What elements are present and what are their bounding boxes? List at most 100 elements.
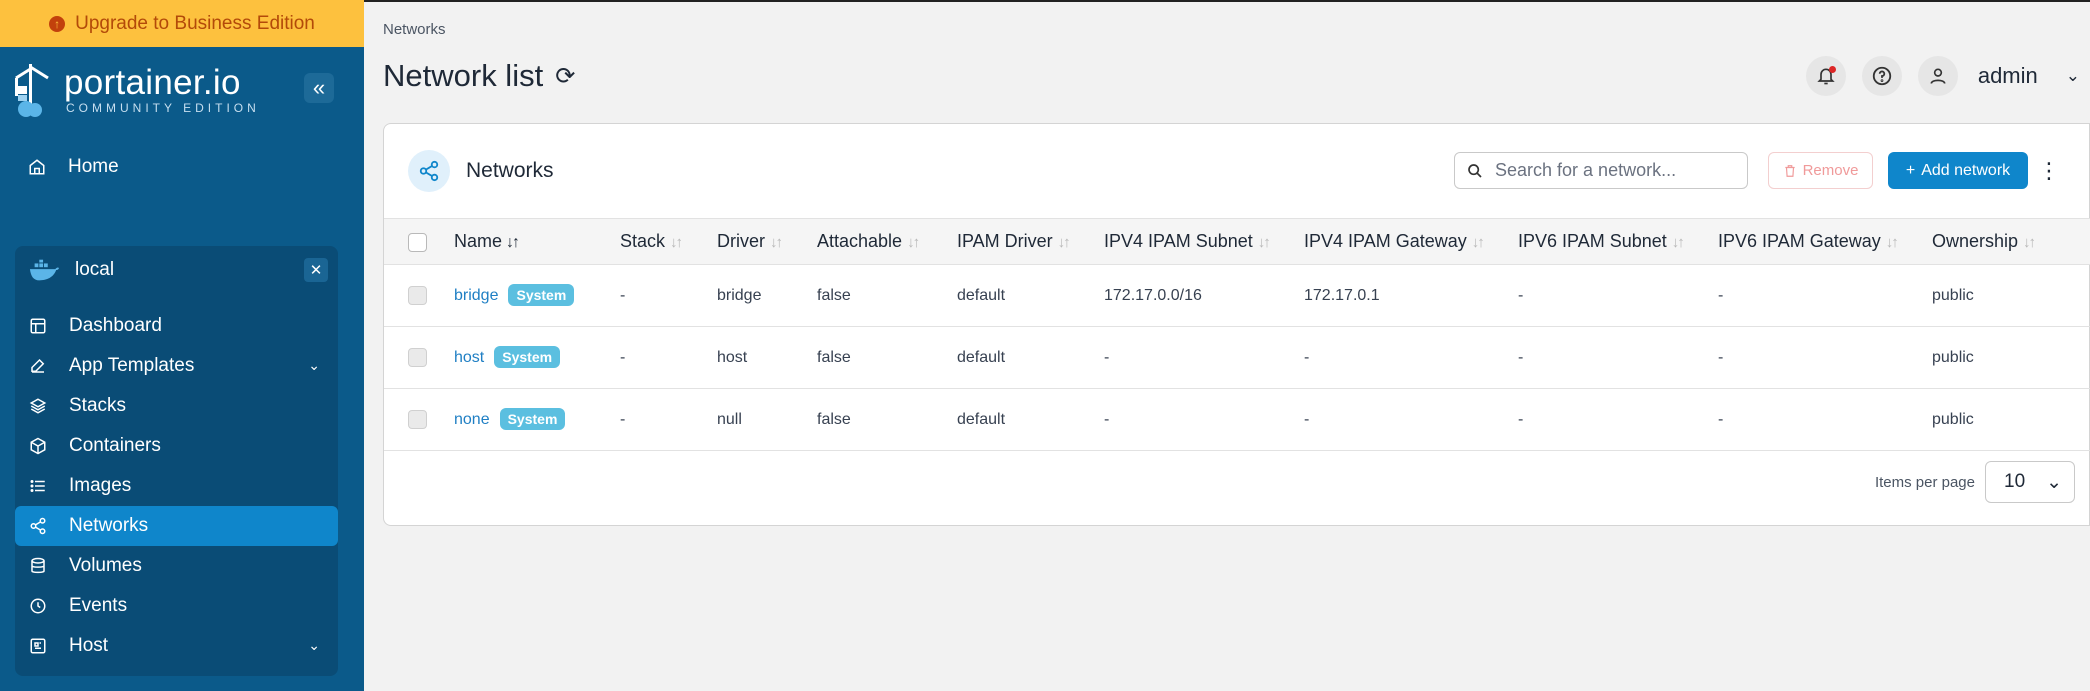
- sidebar-item-label: Networks: [69, 515, 149, 536]
- username[interactable]: admin: [1978, 63, 2038, 89]
- notification-dot: [1828, 66, 1836, 73]
- items-per-page-label: Items per page: [1874, 473, 1975, 491]
- cell-ownership: public: [1932, 286, 1974, 304]
- items-per-page-select[interactable]: 10 ⌄: [1985, 461, 2075, 503]
- chevron-down-icon[interactable]: ⌄: [2066, 66, 2080, 86]
- user-avatar-button[interactable]: [1917, 56, 1958, 96]
- user-area: admin ⌄: [1805, 56, 2080, 96]
- status-badge: System: [508, 283, 575, 306]
- remove-label: Remove: [1802, 162, 1859, 179]
- refresh-icon[interactable]: ⟳: [555, 62, 575, 91]
- cell-stack: -: [620, 348, 626, 366]
- sidebar-item-label: App Templates: [69, 355, 195, 376]
- network-link[interactable]: none: [454, 411, 490, 428]
- column-header-ipv4-subnet[interactable]: IPV4 IPAM Subnet ↓↑: [1104, 219, 1304, 265]
- notifications-button[interactable]: [1805, 56, 1846, 96]
- box-icon: [30, 437, 46, 455]
- logo-subtext: COMMUNITY EDITION: [66, 101, 260, 115]
- close-environment-button[interactable]: ✕: [304, 258, 328, 282]
- cell-ipv6-gateway: -: [1718, 348, 1724, 366]
- column-header-name[interactable]: Name ↓↑: [454, 219, 620, 265]
- cell-ipam-driver: default: [957, 348, 1006, 366]
- status-badge: System: [499, 407, 566, 430]
- status-badge: System: [494, 345, 561, 368]
- dashboard-icon: [30, 318, 46, 334]
- sidebar-item-events[interactable]: Events: [15, 586, 338, 626]
- collapse-sidebar-button[interactable]: «: [304, 73, 334, 103]
- breadcrumb: Networks: [383, 21, 446, 38]
- column-header-ipam-driver[interactable]: IPAM Driver ↓↑: [957, 219, 1104, 265]
- help-button[interactable]: [1861, 56, 1902, 96]
- table-row: bridge System - bridge false default 172.…: [384, 265, 2090, 327]
- chevron-down-icon[interactable]: ⌄: [308, 357, 320, 374]
- more-options-icon[interactable]: ⋮: [2038, 156, 2060, 186]
- plus-icon: +: [1905, 161, 1916, 179]
- column-header-attachable[interactable]: Attachable ↓↑: [817, 219, 957, 265]
- help-circle-icon: [1872, 66, 1891, 86]
- networks-card: Networks Remove + Add network ⋮: [383, 123, 2090, 526]
- cell-ipv6-subnet: -: [1518, 348, 1524, 366]
- cell-attachable: false: [817, 286, 851, 304]
- table-row: none System - null false default - - - - …: [384, 389, 2090, 451]
- cell-ipv4-subnet: -: [1104, 410, 1110, 428]
- sidebar-item-images[interactable]: Images: [15, 466, 338, 506]
- sidebar-item-app-templates[interactable]: App Templates ⌄: [15, 346, 338, 386]
- cell-stack: -: [620, 286, 626, 304]
- cell-ipv4-gateway: -: [1304, 348, 1310, 366]
- table-header-row: Name ↓↑ Stack ↓↑ Driver ↓↑ Attachable ↓↑ IPA…: [384, 218, 2090, 265]
- chevron-down-icon[interactable]: ⌄: [308, 637, 320, 654]
- share-icon: [30, 517, 46, 535]
- card-title: Networks: [466, 159, 554, 182]
- networks-table: Name ↓↑ Stack ↓↑ Driver ↓↑ Attachable ↓↑ IPA…: [384, 218, 2090, 451]
- remove-button[interactable]: Remove: [1768, 152, 1873, 189]
- environment-header: local ✕: [15, 246, 338, 294]
- column-header-driver[interactable]: Driver ↓↑: [717, 219, 817, 265]
- sidebar-item-dashboard[interactable]: Dashboard: [15, 306, 338, 346]
- cell-ipv6-gateway: -: [1718, 286, 1724, 304]
- sidebar-item-label: Host: [69, 635, 109, 656]
- column-header-ownership[interactable]: Ownership ↓↑: [1932, 219, 2090, 265]
- arrow-up-circle-icon: ↑: [49, 15, 66, 32]
- cell-ownership: public: [1932, 410, 1974, 428]
- network-link[interactable]: host: [454, 349, 484, 366]
- card-header: Networks Remove + Add network ⋮: [384, 124, 2089, 218]
- sidebar-item-containers[interactable]: Containers: [15, 426, 338, 466]
- cell-ipv6-subnet: -: [1518, 410, 1524, 428]
- chevron-down-icon: ⌄: [2046, 471, 2062, 493]
- logo[interactable]: portainer.io COMMUNITY EDITION «: [0, 47, 364, 133]
- select-all-checkbox[interactable]: [408, 232, 427, 252]
- search-input[interactable]: [1495, 160, 1725, 181]
- column-header-ipv4-gateway[interactable]: IPV4 IPAM Gateway ↓↑: [1304, 219, 1518, 265]
- row-checkbox[interactable]: [408, 286, 427, 305]
- cell-ownership: public: [1932, 348, 1974, 366]
- sidebar-item-host[interactable]: Host ⌄: [15, 626, 338, 666]
- portainer-logo-icon: [15, 64, 49, 117]
- cell-ipv4-gateway: -: [1304, 410, 1310, 428]
- cell-driver: bridge: [717, 286, 762, 304]
- upgrade-banner[interactable]: ↑ Upgrade to Business Edition: [0, 0, 364, 47]
- share-icon: [419, 160, 439, 182]
- column-header-stack[interactable]: Stack ↓↑: [620, 219, 717, 265]
- sidebar-item-stacks[interactable]: Stacks: [15, 386, 338, 426]
- sidebar-item-home[interactable]: Home: [0, 143, 364, 191]
- network-link[interactable]: bridge: [454, 287, 498, 304]
- cell-attachable: false: [817, 348, 851, 366]
- add-network-button[interactable]: + Add network: [1888, 152, 2028, 189]
- sidebar-item-volumes[interactable]: Volumes: [15, 546, 338, 586]
- search-box[interactable]: [1454, 152, 1748, 189]
- cell-ipv6-gateway: -: [1718, 410, 1724, 428]
- environment-panel: local ✕ Dashboard App Templates ⌄ Stacks…: [15, 246, 338, 676]
- upgrade-label: Upgrade to Business Edition: [75, 12, 315, 34]
- row-checkbox[interactable]: [408, 410, 427, 429]
- sidebar-item-networks[interactable]: Networks: [15, 506, 338, 546]
- trash-icon: [1784, 164, 1795, 177]
- list-icon: [30, 480, 45, 492]
- sidebar-item-label: Dashboard: [69, 315, 162, 336]
- column-header-ipv6-gateway[interactable]: IPV6 IPAM Gateway ↓↑: [1718, 219, 1932, 265]
- sidebar: ↑ Upgrade to Business Edition portainer.…: [0, 0, 364, 691]
- database-icon: [31, 557, 45, 574]
- column-header-ipv6-subnet[interactable]: IPV6 IPAM Subnet ↓↑: [1518, 219, 1718, 265]
- table-row: host System - host false default - - - - …: [384, 327, 2090, 389]
- cell-attachable: false: [817, 410, 851, 428]
- row-checkbox[interactable]: [408, 348, 427, 367]
